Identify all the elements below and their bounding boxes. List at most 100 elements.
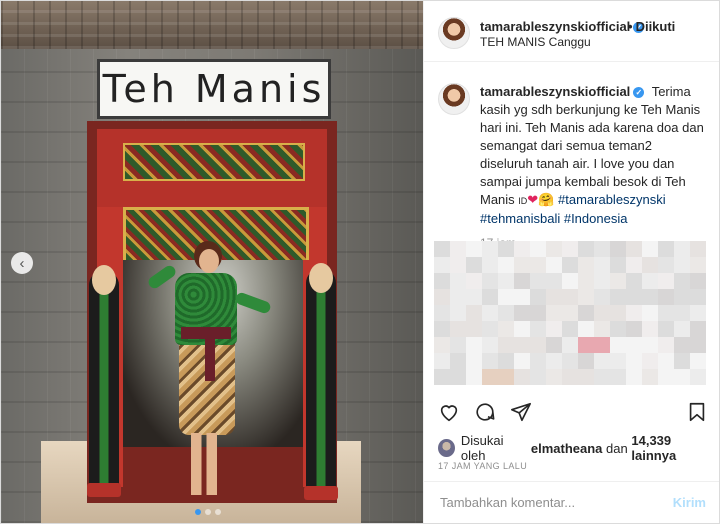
- blur-pixel: [466, 273, 482, 289]
- blur-pixel: [578, 321, 594, 337]
- blur-pixel: [594, 305, 610, 321]
- blur-pixel: [530, 321, 546, 337]
- blur-pixel: [642, 305, 658, 321]
- blur-pixel: [466, 305, 482, 321]
- blur-pixel: [658, 305, 674, 321]
- statue-left: [87, 265, 121, 497]
- blur-pixel: [626, 257, 642, 273]
- roof: [1, 1, 423, 52]
- blur-pixel: [626, 369, 642, 385]
- liker-avatar[interactable]: [438, 439, 455, 457]
- post-photo[interactable]: Teh Manis ‹: [1, 1, 423, 523]
- blur-pixel: [626, 273, 642, 289]
- blur-pixel: [610, 337, 626, 353]
- blur-pixel: [690, 305, 706, 321]
- carousel-prev-button[interactable]: ‹: [11, 252, 33, 274]
- blur-pixel: [578, 289, 594, 305]
- blur-pixel: [434, 289, 450, 305]
- blur-pixel: [434, 257, 450, 273]
- blur-pixel: [482, 305, 498, 321]
- location-link[interactable]: TEH MANIS Canggu: [480, 35, 591, 49]
- save-button[interactable]: [686, 401, 708, 423]
- hashtag-link[interactable]: #Indonesia: [564, 211, 628, 226]
- blur-pixel: [562, 257, 578, 273]
- blur-pixel: [690, 289, 706, 305]
- blur-pixel: [434, 369, 450, 385]
- blur-pixel: [626, 337, 642, 353]
- blur-pixel: [610, 257, 626, 273]
- carved-panel: [123, 143, 305, 181]
- blur-pixel: [674, 369, 690, 385]
- following-button[interactable]: • Diikuti: [628, 19, 675, 34]
- blur-pixel: [658, 337, 674, 353]
- post-comment-button[interactable]: Kirim: [673, 495, 706, 510]
- blur-pixel: [450, 321, 466, 337]
- blur-pixel: [450, 241, 466, 257]
- blur-pixel: [642, 257, 658, 273]
- blur-pixel: [594, 273, 610, 289]
- comment-button[interactable]: [474, 401, 496, 423]
- blur-pixel: [674, 305, 690, 321]
- post-timestamp: 17 JAM YANG LALU: [438, 461, 528, 471]
- blur-pixel: [674, 257, 690, 273]
- bookmark-icon: [689, 402, 705, 422]
- flag-emoji: ID: [518, 196, 528, 206]
- blur-pixel: [498, 353, 514, 369]
- blur-pixel: [658, 353, 674, 369]
- like-button[interactable]: [438, 401, 460, 423]
- heart-emoji: ❤: [527, 192, 539, 207]
- blur-pixel: [594, 257, 610, 273]
- blur-pixel: [594, 337, 610, 353]
- likes-count[interactable]: 14,339 lainnya: [631, 433, 714, 463]
- blur-pixel: [546, 337, 562, 353]
- blur-pixel: [482, 353, 498, 369]
- share-button[interactable]: [510, 401, 532, 423]
- blur-pixel: [466, 353, 482, 369]
- header-username[interactable]: tamarableszynskiofficial ✓: [480, 19, 645, 34]
- hashtag-link[interactable]: #tehmanisbali: [480, 211, 560, 226]
- blur-pixel: [498, 289, 514, 305]
- blur-pixel: [498, 273, 514, 289]
- blur-pixel: [450, 369, 466, 385]
- blur-pixel: [530, 369, 546, 385]
- post-side-panel: tamarableszynskiofficial ✓ • Diikuti TEH M…: [423, 1, 719, 523]
- blur-pixel: [434, 241, 450, 257]
- statue-right: [304, 263, 338, 500]
- blur-pixel: [578, 257, 594, 273]
- blur-pixel: [626, 305, 642, 321]
- blur-pixel: [594, 241, 610, 257]
- blur-pixel: [482, 321, 498, 337]
- avatar[interactable]: [438, 17, 470, 49]
- liker-username[interactable]: elmatheana: [531, 441, 603, 456]
- caption-username[interactable]: tamarableszynskiofficial ✓: [480, 84, 645, 99]
- blur-pixel: [690, 257, 706, 273]
- blur-pixel: [562, 353, 578, 369]
- caption-avatar[interactable]: [438, 83, 470, 115]
- blur-pixel: [546, 257, 562, 273]
- blur-pixel: [674, 337, 690, 353]
- blur-pixel: [450, 257, 466, 273]
- blur-pixel: [466, 369, 482, 385]
- blur-pixel: [658, 273, 674, 289]
- blur-pixel: [482, 337, 498, 353]
- blur-pixel: [594, 369, 610, 385]
- blur-pixel: [514, 369, 530, 385]
- hashtag-link[interactable]: #tamarableszynski: [558, 192, 666, 207]
- blur-pixel: [466, 289, 482, 305]
- blur-pixel: [530, 353, 546, 369]
- blur-pixel: [658, 321, 674, 337]
- comment-input[interactable]: [438, 494, 662, 511]
- blur-pixel: [546, 353, 562, 369]
- blur-pixel: [434, 353, 450, 369]
- blur-pixel: [578, 241, 594, 257]
- blur-pixel: [546, 273, 562, 289]
- blur-pixel: [626, 353, 642, 369]
- blur-pixel: [578, 337, 594, 353]
- blur-pixel: [450, 305, 466, 321]
- heart-icon: [440, 405, 458, 422]
- blur-pixel: [690, 353, 706, 369]
- blur-pixel: [482, 257, 498, 273]
- blur-pixel: [690, 273, 706, 289]
- comment-bar: Kirim: [424, 481, 719, 523]
- chevron-left-icon: ‹: [19, 254, 25, 272]
